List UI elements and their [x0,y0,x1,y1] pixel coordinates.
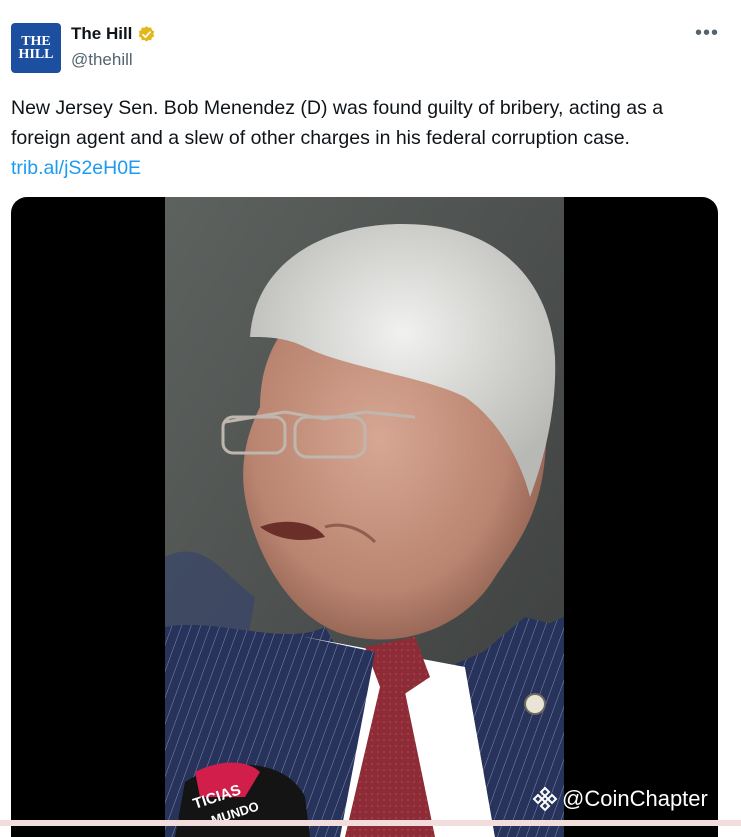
avatar[interactable]: THE HILL [11,23,61,73]
verified-badge-icon[interactable] [137,25,156,44]
video-player[interactable]: TICIAS MUNDO [11,197,718,837]
tweet-link[interactable]: trib.al/jS2eH0E [11,157,141,179]
lapel-pin [524,693,546,715]
tweet-card[interactable]: THE HILL The Hill @thehill ••• New Jerse… [0,0,741,837]
bottom-divider [0,820,741,826]
tweet-text: New Jersey Sen. Bob Menendez (D) was fou… [11,93,727,183]
tweet-body: New Jersey Sen. Bob Menendez (D) was fou… [11,97,664,149]
display-name[interactable]: The Hill [71,24,132,44]
author-handle[interactable]: @thehill [71,50,133,70]
more-options-icon[interactable]: ••• [695,23,719,46]
watermark: @CoinChapter [532,786,708,812]
author-name-row: The Hill [71,24,156,44]
avatar-text-line2: HILL [18,47,54,62]
video-frame[interactable]: TICIAS MUNDO [165,197,564,837]
watermark-text: @CoinChapter [562,786,708,811]
binance-diamond-icon [532,786,558,812]
